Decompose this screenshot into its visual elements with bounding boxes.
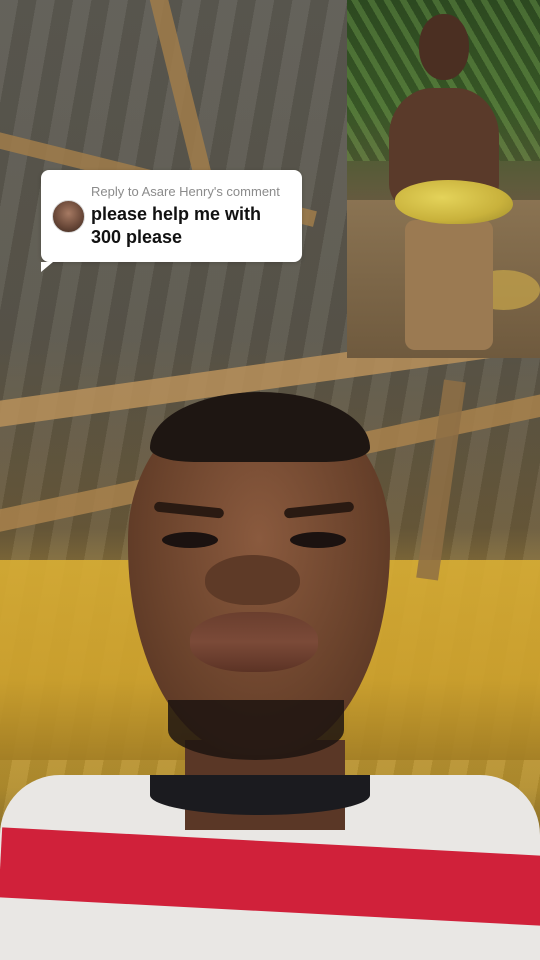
miner-head	[419, 14, 469, 80]
collar	[150, 775, 370, 815]
nose	[205, 555, 300, 605]
reply-comment-bubble[interactable]: Reply to Asare Henry's comment please he…	[41, 170, 302, 272]
gold-nugget	[395, 180, 513, 224]
inset-photo	[347, 0, 540, 358]
beard	[168, 700, 344, 760]
eye	[290, 532, 346, 548]
miner-pants	[405, 220, 493, 350]
lips	[190, 612, 318, 672]
comment-text: please help me with 300 please	[91, 204, 262, 247]
hair	[150, 392, 370, 462]
reply-header: Reply to Asare Henry's comment	[91, 184, 280, 199]
commenter-avatar[interactable]	[52, 200, 85, 233]
eye	[162, 532, 218, 548]
